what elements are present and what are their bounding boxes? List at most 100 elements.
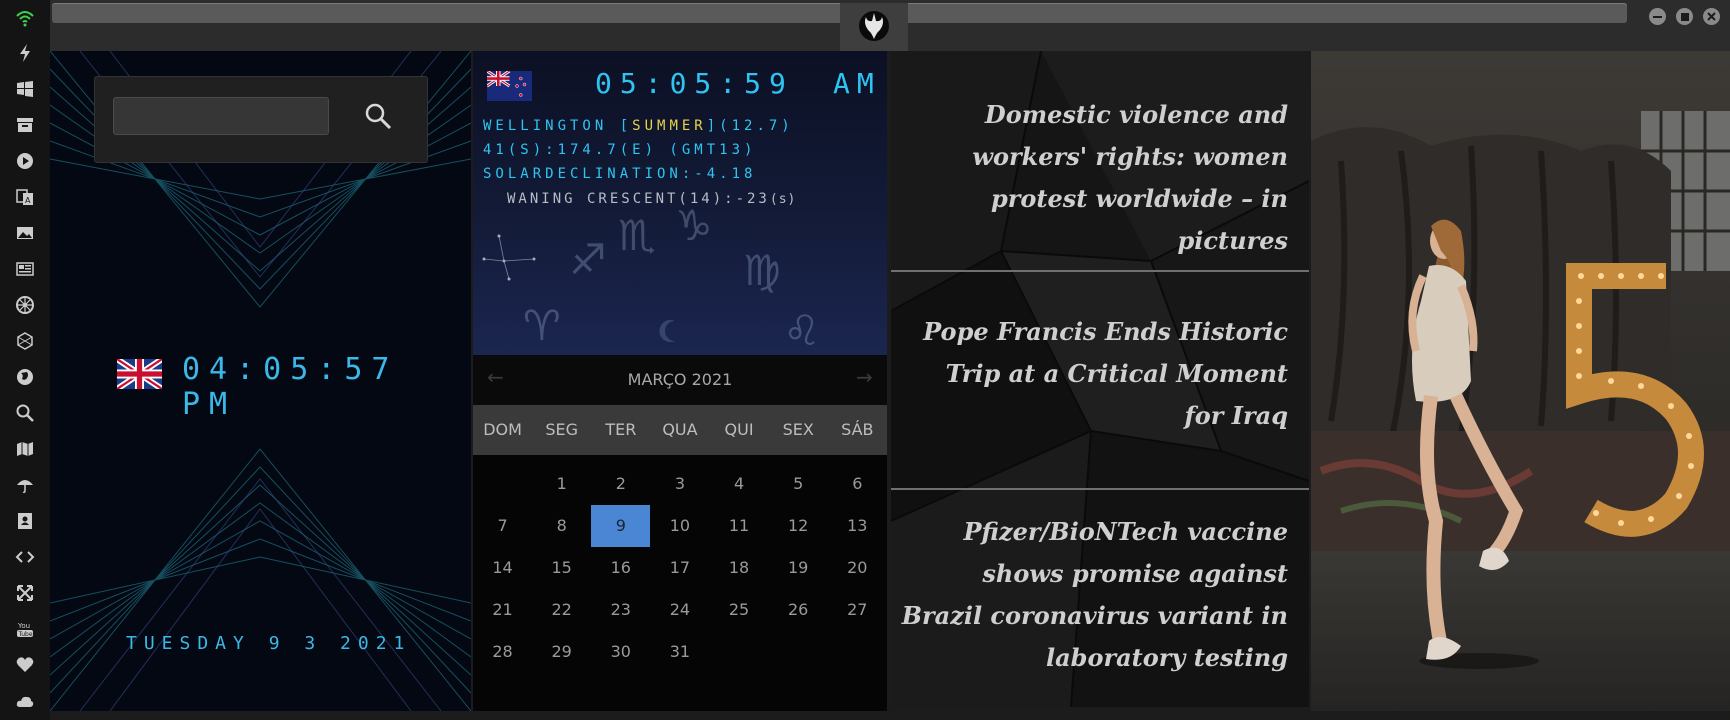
wifi-icon[interactable] xyxy=(13,6,37,30)
nz-solar-declination-line: SOLARDECLINATION:-4.18 xyxy=(483,166,757,182)
calendar-week-row: 14 15 16 17 18 19 20 xyxy=(473,547,887,589)
close-button[interactable] xyxy=(1703,8,1720,25)
lightning-icon[interactable] xyxy=(13,41,37,65)
calendar-day[interactable]: 1 xyxy=(532,463,591,505)
news-headline[interactable]: Pope Francis Ends Historic Trip at a Cri… xyxy=(901,311,1288,437)
heart-icon[interactable] xyxy=(13,653,37,677)
calendar-day[interactable]: 24 xyxy=(650,589,709,631)
calendar-day[interactable]: 11 xyxy=(710,505,769,547)
search-button[interactable] xyxy=(363,101,393,131)
calendar-grid: 1 2 3 4 5 6 7 8 9 10 11 12 13 14 15 16 1… xyxy=(473,463,887,673)
settings-wheel-icon[interactable] xyxy=(13,293,37,317)
calendar-day[interactable] xyxy=(769,631,828,673)
calendar-day[interactable]: 20 xyxy=(828,547,887,589)
calendar-day[interactable] xyxy=(710,631,769,673)
code-icon[interactable] xyxy=(13,545,37,569)
archive-icon[interactable] xyxy=(13,113,37,137)
svg-text:You: You xyxy=(17,622,30,630)
tab-rebel-alliance[interactable] xyxy=(840,3,908,51)
uk-flag-icon xyxy=(117,359,162,389)
zodiac-aries-icon: ♈ xyxy=(523,301,561,350)
calendar-week-row: 1 2 3 4 5 6 xyxy=(473,463,887,505)
magnifier-icon xyxy=(365,103,392,130)
zodiac-sagittarius-icon: ♐ xyxy=(569,235,607,284)
search-input[interactable] xyxy=(113,97,329,135)
nz-flag-icon xyxy=(487,71,532,101)
calendar-day[interactable]: 4 xyxy=(710,463,769,505)
calendar-day[interactable]: 28 xyxy=(473,631,532,673)
nz-ampm: AM xyxy=(833,67,881,100)
hexagon-icon[interactable] xyxy=(13,329,37,353)
calendar-day[interactable]: 5 xyxy=(769,463,828,505)
calendar-day[interactable]: 26 xyxy=(769,589,828,631)
calendar-day-selected[interactable]: 9 xyxy=(591,505,651,547)
calendar-day[interactable]: 29 xyxy=(532,631,591,673)
zodiac-leo-icon: ♌ xyxy=(783,306,821,355)
maximize-button[interactable] xyxy=(1676,8,1693,25)
calendar-day[interactable]: 14 xyxy=(473,547,532,589)
search-box xyxy=(94,76,428,163)
weekday-label: TER xyxy=(605,420,637,439)
nz-location-line: WELLINGTON [SUMMER](12.7) xyxy=(483,118,794,134)
play-icon[interactable] xyxy=(13,149,37,173)
zodiac-scorpio-icon: ♏ xyxy=(618,211,656,260)
calendar-day[interactable]: 23 xyxy=(591,589,650,631)
weekday-label: SEG xyxy=(545,420,579,439)
globe-icon[interactable] xyxy=(13,365,37,389)
calendar-day[interactable]: 7 xyxy=(473,505,532,547)
youtube-icon[interactable]: You Tube xyxy=(13,617,37,641)
image-icon[interactable] xyxy=(13,221,37,245)
calendar-day[interactable]: 19 xyxy=(769,547,828,589)
calendar-day[interactable]: 3 xyxy=(650,463,709,505)
calendar-header: ← MARÇO 2021 → xyxy=(473,355,887,405)
constellation-icon xyxy=(482,234,536,281)
calendar-day[interactable] xyxy=(828,631,887,673)
calendar-day[interactable]: 25 xyxy=(710,589,769,631)
newspaper-icon[interactable] xyxy=(13,257,37,281)
news-headline[interactable]: Pfizer/BioNTech vaccine shows promise ag… xyxy=(901,511,1288,679)
calendar-month-title: MARÇO 2021 xyxy=(627,370,733,389)
search-icon[interactable] xyxy=(13,401,37,425)
calendar-day[interactable]: 12 xyxy=(769,505,828,547)
calendar-day[interactable]: 21 xyxy=(473,589,532,631)
calendar-weekdays: DOM SEG TER QUA QUI SEX SÁB xyxy=(473,405,887,455)
calendar-day[interactable]: 2 xyxy=(591,463,650,505)
calendar-day[interactable]: 22 xyxy=(532,589,591,631)
calendar-day[interactable]: 8 xyxy=(532,505,591,547)
calendar-week-row: 7 8 9 10 11 12 13 xyxy=(473,505,887,547)
calendar-day[interactable]: 30 xyxy=(591,631,650,673)
svg-text:Tube: Tube xyxy=(18,631,33,638)
photo-illustration xyxy=(1311,51,1730,711)
calendar-day[interactable] xyxy=(473,463,532,505)
windows-icon[interactable] xyxy=(13,77,37,101)
calendar-day[interactable]: 27 xyxy=(828,589,887,631)
nz-clock-calendar-panel: ♐ ♏ ♑ ♍ ♈ ♌ 05:05:59 AM WELLINGTON [SUMM… xyxy=(473,51,887,711)
calendar-day[interactable]: 13 xyxy=(828,505,887,547)
calendar-day[interactable]: 10 xyxy=(650,505,709,547)
nz-moon-phase-line: WANING CRESCENT(14):-23(s) xyxy=(507,191,797,207)
cloud-icon[interactable] xyxy=(13,689,37,713)
umbrella-icon[interactable] xyxy=(13,473,37,497)
weekday-label: QUA xyxy=(662,420,698,439)
weekday-label: SEX xyxy=(782,420,814,439)
svg-text:A: A xyxy=(25,196,31,205)
calendar-day[interactable]: 15 xyxy=(532,547,591,589)
calendar-week-row: 28 29 30 31 xyxy=(473,631,887,673)
expand-icon[interactable] xyxy=(13,581,37,605)
calendar-next-arrow-icon[interactable]: → xyxy=(856,365,873,389)
news-headline[interactable]: Domestic violence and workers' rights: w… xyxy=(901,94,1288,262)
contacts-icon[interactable] xyxy=(13,509,37,533)
calendar-day[interactable]: 6 xyxy=(828,463,887,505)
news-panel: Domestic violence and workers' rights: w… xyxy=(891,51,1309,707)
nz-time: 05:05:59 xyxy=(595,67,794,100)
weekday-label: SÁB xyxy=(841,420,874,439)
calendar-day[interactable]: 31 xyxy=(650,631,709,673)
translate-icon[interactable]: A xyxy=(13,185,37,209)
calendar-day[interactable]: 17 xyxy=(650,547,709,589)
calendar-day[interactable]: 16 xyxy=(591,547,650,589)
calendar-day[interactable]: 18 xyxy=(710,547,769,589)
weekday-label: QUI xyxy=(724,420,754,439)
featured-photo[interactable] xyxy=(1311,51,1730,711)
map-icon[interactable] xyxy=(13,437,37,461)
minimize-button[interactable] xyxy=(1649,8,1666,25)
